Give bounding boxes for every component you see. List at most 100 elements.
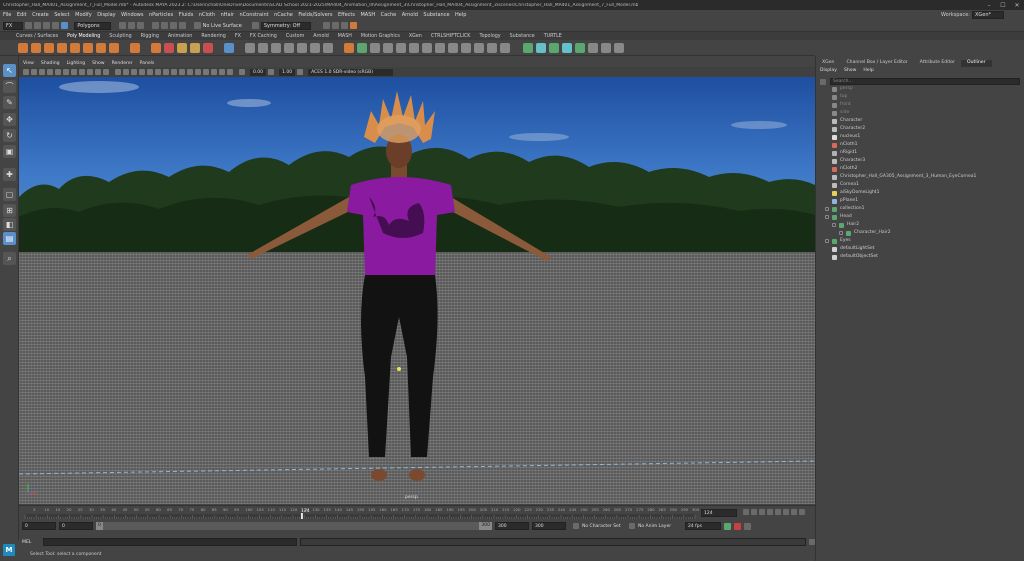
shelf-tab-topology[interactable]: Topology bbox=[479, 34, 500, 39]
menu-select[interactable]: Select bbox=[54, 12, 69, 18]
insert-edge-loop-icon[interactable] bbox=[310, 42, 320, 53]
menu-file[interactable]: File bbox=[3, 12, 11, 18]
workspace-dropdown[interactable]: XGen* bbox=[971, 11, 1004, 19]
menu-fluids[interactable]: Fluids bbox=[179, 12, 194, 18]
viewport-menu-show[interactable]: Show bbox=[92, 61, 104, 66]
render-icon[interactable] bbox=[323, 22, 331, 29]
character-model[interactable] bbox=[19, 77, 815, 504]
outliner-item[interactable]: nucleus1 bbox=[816, 133, 1024, 141]
delete-history-icon[interactable] bbox=[601, 42, 611, 53]
menu-substance[interactable]: Substance bbox=[423, 12, 449, 18]
preferences-icon[interactable] bbox=[744, 522, 751, 530]
wireframe-icon[interactable] bbox=[115, 69, 121, 75]
shelf-tab-curves-surfaces[interactable]: Curves / Surfaces bbox=[16, 34, 58, 39]
folder-icon[interactable] bbox=[25, 22, 33, 29]
snap-point-icon[interactable] bbox=[169, 22, 177, 29]
cleanup-icon[interactable] bbox=[549, 42, 559, 53]
maximize-button[interactable]: ☐ bbox=[996, 2, 1010, 9]
save-icon[interactable] bbox=[34, 22, 42, 29]
outliner-item[interactable]: Hair2 bbox=[816, 221, 1024, 229]
step-back-frame-icon[interactable] bbox=[759, 509, 765, 515]
expand-toggle-icon[interactable] bbox=[825, 206, 829, 211]
lasso-tool-icon[interactable]: ⌒ bbox=[3, 80, 16, 93]
bookmark-icon[interactable] bbox=[39, 69, 45, 75]
animation-start-field[interactable]: 0 bbox=[22, 522, 56, 530]
go-to-start-icon[interactable] bbox=[743, 509, 749, 515]
safe-action-icon[interactable] bbox=[95, 69, 101, 75]
field-chart-icon[interactable] bbox=[87, 69, 93, 75]
shelf-tab-poly-modeling[interactable]: Poly Modeling bbox=[67, 34, 100, 39]
perspective-viewport[interactable]: persp bbox=[19, 77, 815, 504]
current-frame-field[interactable]: 124 bbox=[701, 509, 737, 517]
poly-plane-icon[interactable] bbox=[83, 42, 93, 53]
last-tool-icon[interactable]: ✚ bbox=[3, 168, 16, 181]
shelf-tab-motion-graphics[interactable]: Motion Graphics bbox=[361, 34, 400, 39]
menu-edit[interactable]: Edit bbox=[17, 12, 27, 18]
outliner-item[interactable]: Eyes bbox=[816, 237, 1024, 245]
combine-icon[interactable] bbox=[151, 42, 161, 53]
outliner-item[interactable]: Head bbox=[816, 213, 1024, 221]
undo-icon[interactable] bbox=[43, 22, 51, 29]
poly-sphere-icon[interactable] bbox=[18, 42, 28, 53]
menu-arnold[interactable]: Arnold bbox=[402, 12, 418, 18]
move-tool-icon[interactable]: ✥ bbox=[3, 113, 16, 126]
outliner-item[interactable]: Christopher_Hall_GA305_Assignment_3_Huma… bbox=[816, 173, 1024, 181]
four-view-layout-icon[interactable]: ⊞ bbox=[3, 204, 16, 217]
expand-toggle-icon[interactable] bbox=[825, 214, 829, 219]
range-slider-end[interactable]: 300 bbox=[479, 522, 492, 530]
select-hierarchy-icon[interactable] bbox=[118, 22, 126, 29]
gamma-field[interactable]: 1.00 bbox=[279, 68, 296, 76]
menu-ncache[interactable]: nCache bbox=[274, 12, 293, 18]
rotate-tool-icon[interactable]: ↻ bbox=[3, 129, 16, 142]
viewport-menu-shading[interactable]: Shading bbox=[41, 61, 60, 66]
menu-fields-solvers[interactable]: Fields/Solvers bbox=[298, 12, 332, 18]
select-component-icon[interactable] bbox=[136, 22, 144, 29]
scale-tool-icon[interactable]: ▣ bbox=[3, 145, 16, 158]
playback-end-field[interactable]: 300 bbox=[495, 522, 529, 530]
bevel-icon[interactable] bbox=[271, 42, 281, 53]
tab-attribute-editor[interactable]: Attribute Editor bbox=[914, 60, 961, 67]
camera-attributes-icon[interactable] bbox=[31, 69, 37, 75]
poly-cone-icon[interactable] bbox=[57, 42, 67, 53]
platonic-solid-icon[interactable] bbox=[109, 42, 119, 53]
uv-editor-icon[interactable] bbox=[224, 42, 234, 53]
outliner-item[interactable]: front bbox=[816, 101, 1024, 109]
menu-help[interactable]: Help bbox=[455, 12, 466, 18]
menu-display[interactable]: Display bbox=[97, 12, 115, 18]
select-camera-icon[interactable] bbox=[23, 69, 29, 75]
transfer-attributes-icon[interactable] bbox=[523, 42, 533, 53]
menu-create[interactable]: Create bbox=[32, 12, 49, 18]
menu-nconstraint[interactable]: nConstraint bbox=[240, 12, 269, 18]
graph-layout-icon[interactable]: ▤ bbox=[3, 232, 16, 245]
multi-cut-icon[interactable] bbox=[284, 42, 294, 53]
select-object-icon[interactable] bbox=[127, 22, 135, 29]
outliner-item[interactable]: Character_Hair2 bbox=[816, 229, 1024, 237]
resolution-gate-icon[interactable] bbox=[71, 69, 77, 75]
triangulate-icon[interactable] bbox=[487, 42, 497, 53]
step-forward-key-icon[interactable] bbox=[791, 509, 797, 515]
shelf-tab-sculpting[interactable]: Sculpting bbox=[109, 34, 131, 39]
shadows-icon[interactable] bbox=[163, 69, 169, 75]
outliner-menu-help[interactable]: Help bbox=[863, 68, 873, 73]
grid-toggle-icon[interactable] bbox=[55, 69, 61, 75]
relax-icon[interactable] bbox=[396, 42, 406, 53]
tab-outliner[interactable]: Outliner bbox=[961, 60, 992, 67]
bridge-icon[interactable] bbox=[258, 42, 268, 53]
shelf-tab-fx[interactable]: FX bbox=[235, 34, 241, 39]
reduce-icon[interactable] bbox=[562, 42, 572, 53]
minimize-button[interactable]: – bbox=[982, 2, 996, 9]
menu-modify[interactable]: Modify bbox=[75, 12, 92, 18]
modeling-set-dropdown[interactable]: Polygons bbox=[74, 21, 111, 30]
shelf-tab-rendering[interactable]: Rendering bbox=[201, 34, 226, 39]
menu-effects[interactable]: Effects bbox=[338, 12, 355, 18]
menuset-dropdown[interactable]: FX bbox=[3, 21, 24, 30]
wedge-icon[interactable] bbox=[448, 42, 458, 53]
sculpt-icon[interactable] bbox=[344, 42, 354, 53]
poly-disc-icon[interactable] bbox=[96, 42, 106, 53]
color-management-icon[interactable] bbox=[297, 69, 304, 75]
xray-active-icon[interactable] bbox=[219, 69, 225, 75]
outliner-item[interactable]: Cornea1 bbox=[816, 181, 1024, 189]
shelf-tab-turtle[interactable]: TURTLE bbox=[544, 34, 562, 39]
command-input[interactable] bbox=[42, 538, 298, 546]
shelf-tab-arnold[interactable]: Arnold bbox=[313, 34, 329, 39]
